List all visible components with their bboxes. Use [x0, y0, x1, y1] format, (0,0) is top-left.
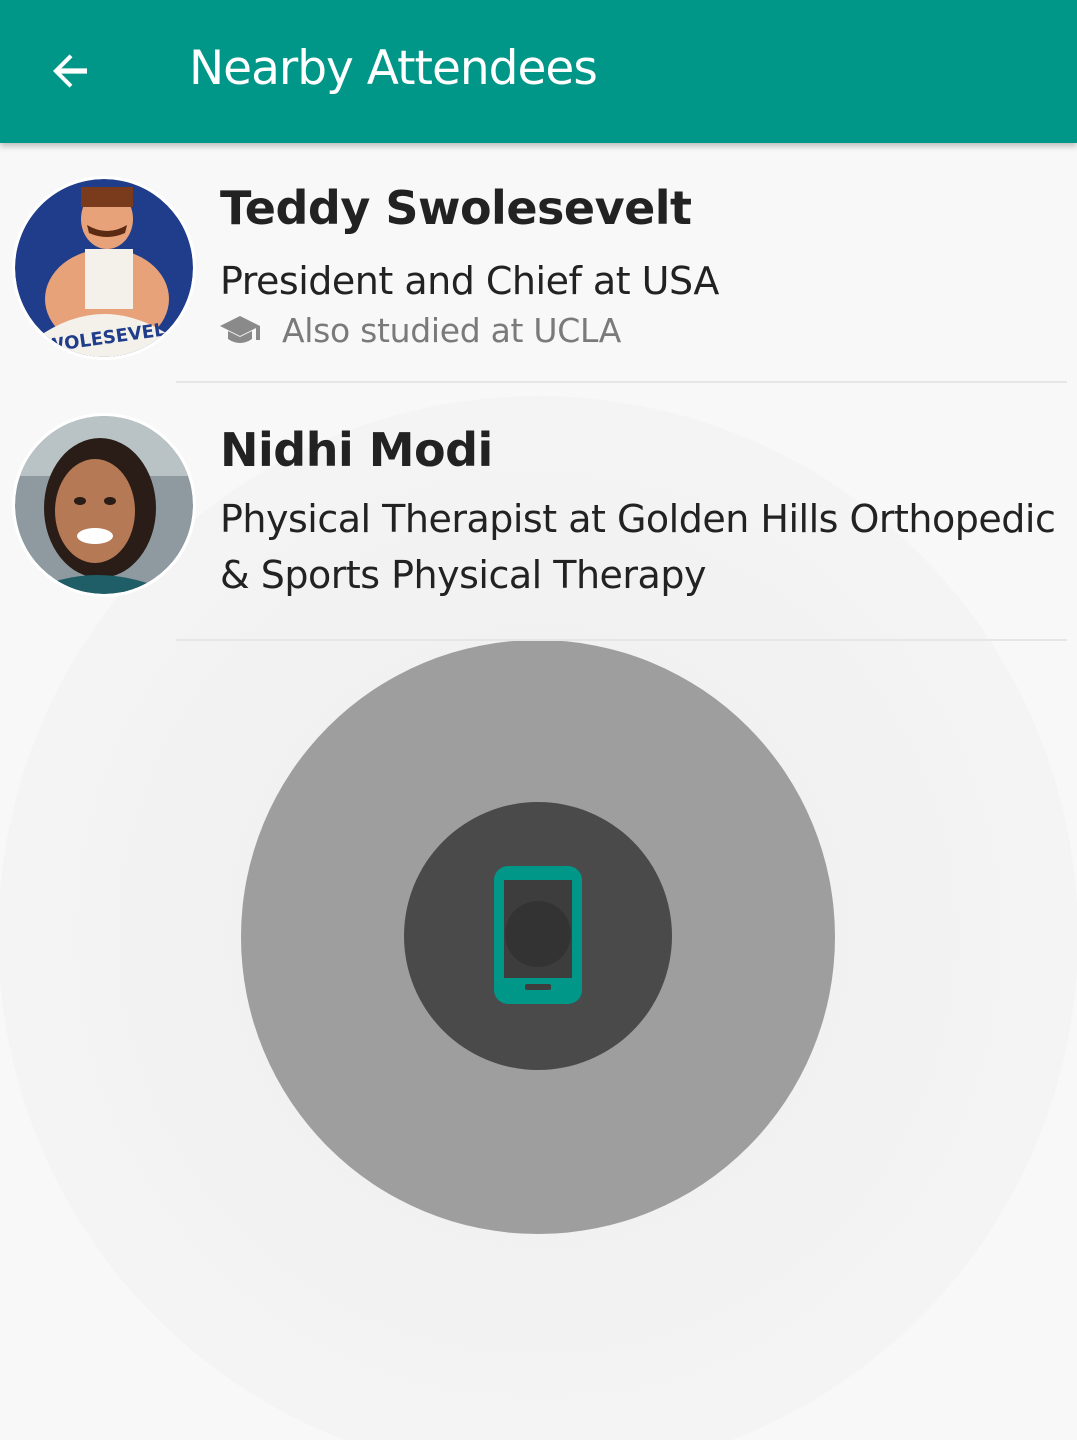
attendee-name: Nidhi Modi — [220, 423, 493, 477]
mutual-text: Also studied at UCLA — [282, 311, 622, 350]
list-item[interactable]: SWOLESEVELT Teddy Swolesevelt President … — [0, 143, 1077, 383]
attendee-name: Teddy Swolesevelt — [220, 181, 692, 235]
arrow-back-icon — [53, 54, 87, 88]
graduation-cap-icon — [220, 315, 260, 343]
mutual-connection: Also studied at UCLA — [220, 311, 621, 350]
back-button[interactable] — [38, 38, 104, 104]
smartphone-icon — [494, 866, 582, 1004]
divider — [176, 639, 1067, 641]
avatar-image: SWOLESEVELT — [15, 179, 193, 357]
list-item[interactable]: Nidhi Modi Physical Therapist at Golden … — [0, 383, 1077, 641]
avatar — [12, 413, 196, 597]
avatar: SWOLESEVELT — [12, 176, 196, 360]
attendee-list: SWOLESEVELT Teddy Swolesevelt President … — [0, 143, 1077, 641]
app-bar: Nearby Attendees — [0, 0, 1077, 143]
page-title: Nearby Attendees — [189, 41, 598, 96]
nearby-attendees-screen: Nearby Attendees SWOLESEVELT Teddy Swole… — [0, 0, 1077, 1440]
avatar-image — [15, 416, 193, 594]
attendee-title: Physical Therapist at Golden Hills Ortho… — [220, 497, 1056, 597]
attendee-title: President and Chief at USA — [220, 259, 719, 303]
